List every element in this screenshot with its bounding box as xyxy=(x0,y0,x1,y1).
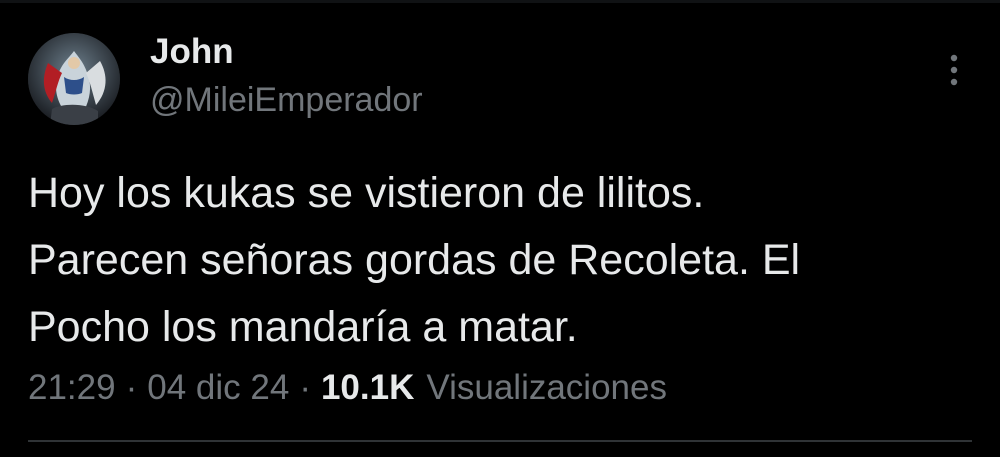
separator: · xyxy=(299,368,311,407)
more-vertical-icon xyxy=(950,54,958,86)
tweet-metadata: 21:29 · 04 dic 24 · 10.1K Visualizacione… xyxy=(28,364,667,412)
more-options-button[interactable] xyxy=(936,50,972,90)
tweet-card[interactable]: John @MileiEmperador Hoy los kukas se vi… xyxy=(0,0,1000,457)
divider xyxy=(28,440,972,442)
tweet-text: Hoy los kukas se vistieron de lilitos. P… xyxy=(28,169,801,351)
author-display-name[interactable]: John xyxy=(150,30,234,74)
author-handle[interactable]: @MileiEmperador xyxy=(150,78,423,122)
views-label[interactable]: Visualizaciones xyxy=(426,364,667,412)
tweet-time[interactable]: 21:29 xyxy=(28,364,116,412)
tweet-date[interactable]: 04 dic 24 xyxy=(147,364,289,412)
avatar-image xyxy=(28,33,120,125)
views-count[interactable]: 10.1K xyxy=(321,364,414,412)
separator: · xyxy=(125,368,138,407)
avatar[interactable] xyxy=(28,33,120,125)
